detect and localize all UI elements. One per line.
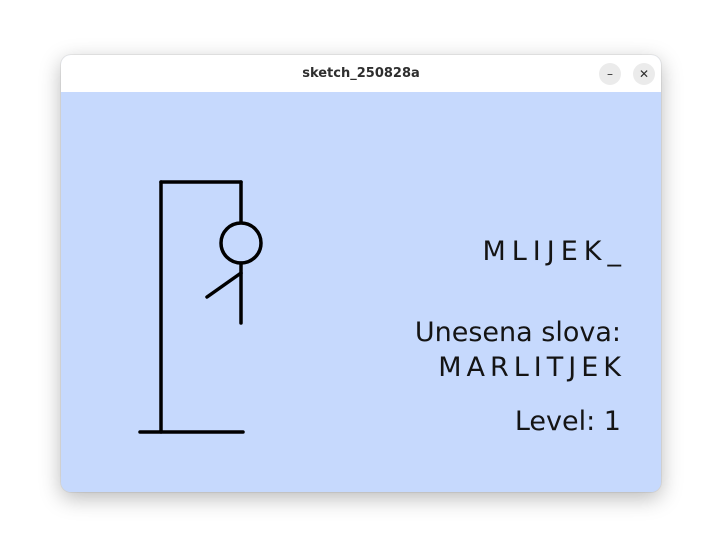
level-label: Level: 1 (514, 406, 621, 437)
close-button[interactable]: ✕ (633, 63, 655, 85)
title-bar[interactable]: sketch_250828a – ✕ (61, 55, 661, 93)
entered-letters: MARLITJEK (438, 352, 626, 383)
app-window: sketch_250828a – ✕ MLIJEK_ Unesena slova… (61, 55, 661, 492)
hangman-left-arm (205, 271, 243, 299)
entered-letters-label: Unesena slova: (414, 317, 621, 348)
minimize-button[interactable]: – (599, 63, 621, 85)
hangman-head (219, 221, 263, 265)
word-display: MLIJEK_ (482, 236, 627, 267)
game-canvas[interactable]: MLIJEK_ Unesena slova: MARLITJEK Level: … (61, 92, 661, 492)
window-title: sketch_250828a (302, 66, 420, 81)
